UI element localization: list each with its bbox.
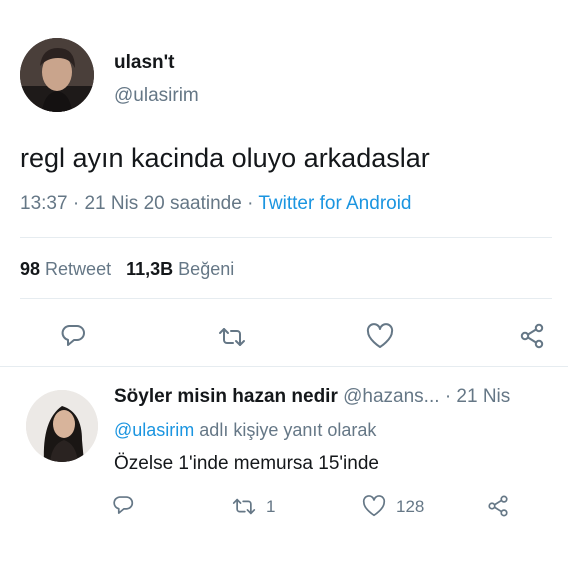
- like-label: Beğeni: [178, 259, 235, 279]
- retweet-count: 98: [20, 259, 41, 279]
- retweet-stat[interactable]: 98 Retweet: [20, 259, 111, 279]
- like-icon[interactable]: [366, 323, 394, 349]
- reply-author-avatar[interactable]: [26, 390, 98, 462]
- divider: [20, 237, 552, 238]
- author-display-name[interactable]: ulasn't: [114, 52, 174, 74]
- reply-header: Söyler misin hazan nedir @hazans... · 21…: [114, 386, 510, 408]
- reply-display-name[interactable]: Söyler misin hazan nedir: [114, 386, 338, 407]
- meta-separator: ·: [72, 193, 80, 214]
- author-avatar[interactable]: [20, 38, 94, 112]
- reply-context: @ulasirim adlı kişiye yanıt olarak: [114, 420, 376, 441]
- tweet-meta: 13:37 · 21 Nis 20 saatinde · Twitter for…: [20, 193, 412, 215]
- tweet-text: regl ayın kacinda oluyo arkadaslar: [20, 143, 430, 173]
- meta-separator: ·: [247, 193, 254, 214]
- reply-like-count: 128: [396, 497, 425, 516]
- retweet-icon[interactable]: [232, 497, 256, 516]
- reply-retweet-count: 1: [266, 497, 276, 516]
- reply-text: Özelse 1'inde memursa 15'inde: [114, 453, 379, 474]
- share-icon[interactable]: [518, 322, 546, 350]
- reply-icon[interactable]: [112, 495, 134, 516]
- like-stat[interactable]: 11,3B Beğeni: [126, 259, 234, 279]
- retweet-icon[interactable]: [218, 326, 246, 348]
- divider: [0, 366, 568, 367]
- reply-to-handle[interactable]: @ulasirim: [114, 420, 194, 440]
- reply-handle[interactable]: @hazans...: [343, 386, 439, 407]
- tweet-source[interactable]: Twitter for Android: [258, 193, 411, 214]
- reply-icon[interactable]: [60, 324, 86, 348]
- reply-to-suffix: adlı kişiye yanıt olarak: [199, 420, 377, 440]
- like-icon[interactable]: [362, 495, 386, 517]
- tweet-date[interactable]: 21 Nis 20 saatinde: [84, 193, 241, 214]
- divider: [20, 298, 552, 299]
- tweet-time: 13:37: [20, 193, 68, 214]
- like-count: 11,3B: [126, 259, 174, 279]
- retweet-label: Retweet: [45, 259, 112, 279]
- reply-date[interactable]: · 21 Nis: [445, 386, 510, 407]
- author-handle[interactable]: @ulasirim: [114, 85, 199, 107]
- tweet-stats: 98 Retweet 11,3B Beğeni: [20, 259, 234, 280]
- share-icon[interactable]: [486, 494, 510, 518]
